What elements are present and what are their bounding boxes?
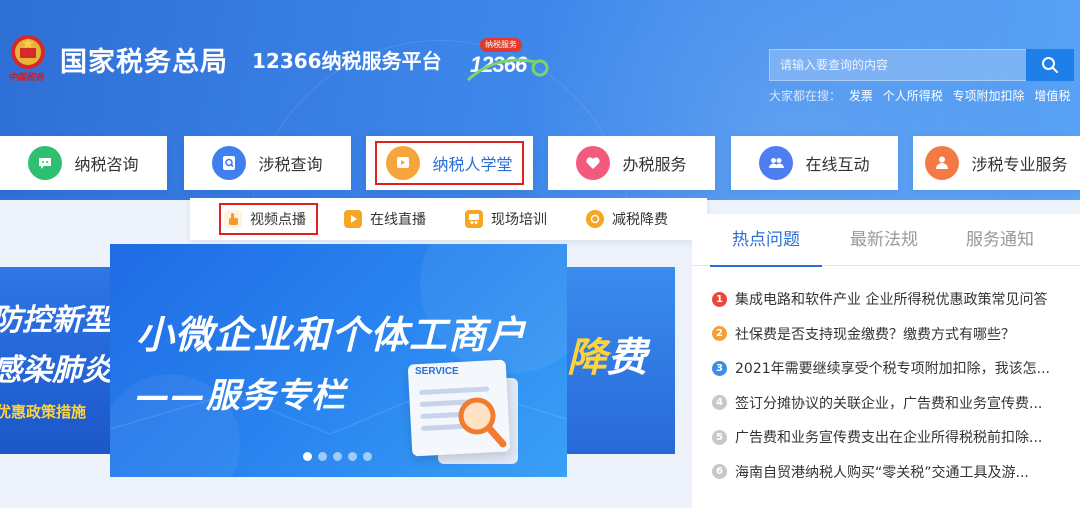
coin-icon	[586, 210, 604, 228]
emblem-caption: 中国税务	[8, 73, 45, 83]
platform-title: 12366纳税服务平台	[252, 49, 442, 73]
hot-search-link[interactable]: 专项附加扣除	[953, 89, 1025, 103]
tab-service-notices[interactable]: 服务通知	[966, 214, 1034, 266]
submenu-onsite-training[interactable]: 现场培训	[465, 198, 547, 240]
banner-title: 小微企业和个体工商户	[136, 313, 527, 357]
nav-tab-online-interaction[interactable]: 在线互动	[731, 136, 898, 190]
hotline-logo: 纳税服务 12366	[466, 36, 550, 86]
carousel-dot[interactable]	[363, 452, 372, 461]
carousel-dot[interactable]	[348, 452, 357, 461]
submenu-tax-reduction[interactable]: 减税降费	[586, 198, 668, 240]
search-icon	[1042, 57, 1058, 73]
news-item[interactable]: 3 2021年需要继续享受个税专项附加扣除，我该怎...	[712, 351, 1072, 386]
nav-tab-label: 在线互动	[805, 155, 870, 174]
news-panel: 热点问题 最新法规 服务通知 1 集成电路和软件产业 企业所得税优惠政策常见问答…	[692, 214, 1080, 508]
school-submenu: 视频点播 在线直播 现场培训 减税降费	[190, 198, 707, 240]
hotline-swoosh-icon	[466, 58, 549, 82]
nav-tab-label: 纳税咨询	[74, 155, 139, 174]
news-title: 广告费和业务宣传费支出在企业所得税税前扣除...	[735, 430, 1043, 447]
banner-text: 感染肺炎	[0, 353, 110, 388]
tab-latest-regulations[interactable]: 最新法规	[850, 214, 918, 266]
news-title: 海南自贸港纳税人购买“零关税”交通工具及游...	[735, 464, 1029, 481]
hot-search-link[interactable]: 个人所得税	[883, 89, 943, 103]
nav-tab-label: 纳税人学堂	[432, 155, 513, 174]
carousel-dots	[303, 452, 372, 461]
magnifier-icon	[458, 397, 507, 448]
heart-icon	[576, 146, 611, 180]
rank-badge: 2	[712, 326, 727, 342]
nav-tab-professional-services[interactable]: 涉税专业服务	[913, 136, 1080, 190]
news-item[interactable]: 1 集成电路和软件产业 企业所得税优惠政策常见问答	[712, 282, 1072, 317]
hand-tap-icon	[224, 210, 242, 228]
nav-tab-label: 涉税专业服务	[971, 155, 1068, 174]
nav-tab-tax-services[interactable]: 办税服务	[548, 136, 715, 190]
news-tabs: 热点问题 最新法规 服务通知	[692, 214, 1080, 267]
banner-text: 优惠政策措施	[0, 403, 87, 421]
news-title: 2021年需要继续享受个税专项附加扣除，我该怎...	[735, 361, 1050, 378]
rank-badge: 3	[712, 360, 727, 376]
rank-badge: 5	[712, 429, 727, 445]
news-list: 1 集成电路和软件产业 企业所得税优惠政策常见问答 2 社保费是否支持现金缴费？…	[712, 282, 1072, 489]
hot-search-link[interactable]: 发票	[849, 89, 873, 103]
banner-small-business-column[interactable]: 小微企业和个体工商户 ——服务专栏 SERVICE	[110, 244, 567, 477]
submenu-label: 在线直播	[370, 212, 426, 228]
search-doc-icon	[212, 146, 247, 180]
banner-text: 降费	[567, 335, 647, 381]
hot-search-link[interactable]: 增值税	[1034, 89, 1070, 103]
site-title[interactable]: 国家税务总局	[60, 40, 228, 79]
hot-search-label: 大家都在搜：	[769, 89, 842, 103]
chat-icon	[28, 146, 63, 180]
person-group-icon	[925, 146, 960, 180]
nav-tab-label: 涉税查询	[258, 155, 323, 174]
submenu-live-stream[interactable]: 在线直播	[344, 198, 426, 240]
submenu-label: 视频点播	[250, 212, 306, 228]
news-title: 社保费是否支持现金缴费？缴费方式有哪些？	[735, 326, 1015, 343]
rank-badge: 4	[712, 395, 727, 411]
service-tag: SERVICE	[415, 366, 459, 377]
classroom-icon	[465, 210, 483, 228]
news-item[interactable]: 4 签订分摊协议的关联企业，广告费和业务宣传费...	[712, 386, 1072, 421]
hot-search-bar: 大家都在搜： 发票 个人所得税 专项附加扣除 增值税	[769, 87, 1076, 104]
rank-badge: 6	[712, 464, 727, 480]
carousel-dot[interactable]	[318, 452, 327, 461]
tab-hot-questions[interactable]: 热点问题	[710, 214, 822, 267]
submenu-video-on-demand[interactable]: 视频点播	[224, 198, 306, 240]
users-icon	[759, 146, 794, 180]
search-button[interactable]	[1026, 49, 1074, 81]
nav-tab-tax-consulting[interactable]: 纳税咨询	[0, 136, 167, 190]
banner-subtitle: ——服务专栏	[136, 376, 346, 416]
banner-tax-fee-reduction[interactable]: 降费	[565, 267, 675, 454]
rank-badge: 1	[712, 291, 727, 307]
news-item[interactable]: 6 海南自贸港纳税人购买“零关税”交通工具及游...	[712, 455, 1072, 490]
banner-epidemic-policy[interactable]: 防控新型冠 感染肺炎 优惠政策措施	[0, 267, 110, 454]
nav-tab-taxpayer-school[interactable]: 纳税人学堂	[366, 136, 533, 190]
submenu-label: 现场培训	[491, 212, 547, 228]
video-play-icon	[344, 210, 362, 228]
carousel-dot[interactable]	[303, 452, 312, 461]
news-title: 签订分摊协议的关联企业，广告费和业务宣传费...	[735, 395, 1043, 412]
news-item[interactable]: 2 社保费是否支持现金缴费？缴费方式有哪些？	[712, 317, 1072, 352]
book-icon	[386, 146, 421, 180]
news-title: 集成电路和软件产业 企业所得税优惠政策常见问答	[735, 292, 1048, 309]
nav-tab-label: 办税服务	[622, 155, 687, 174]
submenu-label: 减税降费	[612, 212, 668, 228]
news-item[interactable]: 5 广告费和业务宣传费支出在企业所得税税前扣除...	[712, 420, 1072, 455]
carousel-dot[interactable]	[333, 452, 342, 461]
nav-tab-tax-query[interactable]: 涉税查询	[184, 136, 351, 190]
banner-text: 防控新型冠	[0, 303, 110, 338]
search-input[interactable]	[769, 49, 1027, 81]
